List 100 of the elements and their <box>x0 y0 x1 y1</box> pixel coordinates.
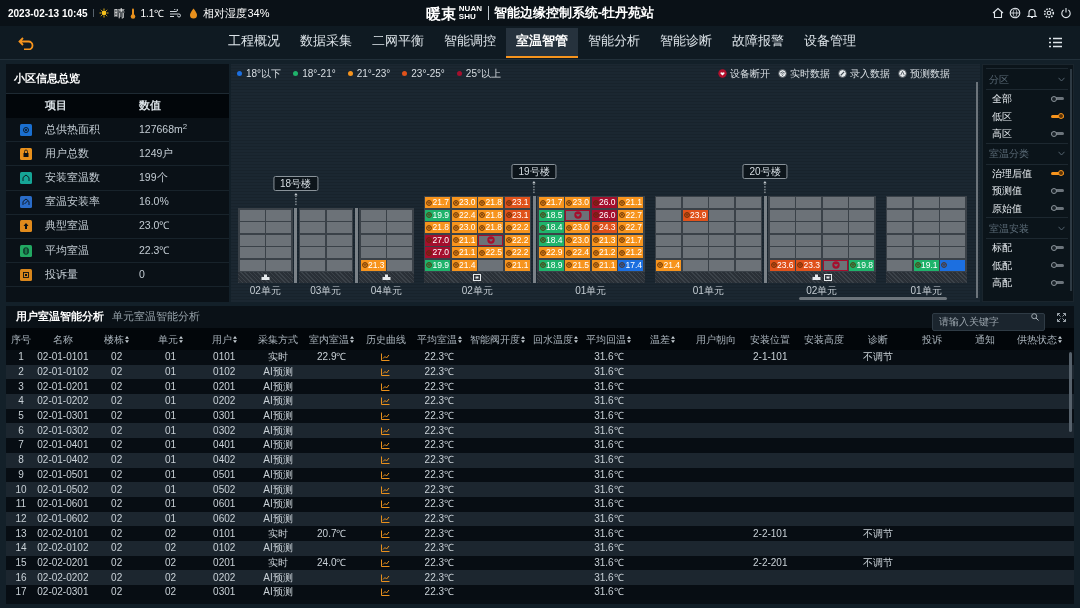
room-cell[interactable] <box>849 247 874 258</box>
room-cell[interactable]: 21.8 <box>478 197 503 208</box>
room-cell[interactable] <box>940 222 965 233</box>
room-cell[interactable] <box>656 209 681 221</box>
room-cell[interactable] <box>266 209 291 221</box>
room-cell[interactable] <box>887 247 912 258</box>
room-cell[interactable] <box>822 259 848 271</box>
room-cell[interactable]: 17.4 <box>618 259 643 271</box>
line-chart-icon[interactable] <box>381 412 391 421</box>
room-cell[interactable] <box>682 259 708 271</box>
room-cell[interactable] <box>266 222 291 233</box>
room-cell[interactable]: 23.0 <box>565 222 590 233</box>
room-cell[interactable] <box>656 222 681 233</box>
nav-tab[interactable]: 智能调控 <box>433 27 506 58</box>
room-cell[interactable]: 21.1 <box>618 197 643 208</box>
room-cell[interactable] <box>656 234 681 246</box>
room-cell[interactable] <box>887 209 912 221</box>
room-cell[interactable] <box>913 234 939 246</box>
room-cell[interactable]: 21.1 <box>451 234 477 246</box>
room-cell[interactable]: 18.5 <box>538 209 564 221</box>
room-cell[interactable] <box>887 197 912 208</box>
room-cell[interactable] <box>913 247 939 258</box>
nav-tab[interactable]: 室温智管 <box>505 27 578 58</box>
toggle-switch[interactable] <box>1051 95 1064 102</box>
room-cell[interactable] <box>735 222 761 233</box>
room-cell[interactable] <box>822 234 848 246</box>
room-cell[interactable] <box>239 247 265 258</box>
room-cell[interactable]: 19.9 <box>425 259 450 271</box>
room-cell[interactable] <box>887 259 912 271</box>
room-cell[interactable] <box>709 209 734 221</box>
toggle-switch[interactable] <box>1051 205 1064 212</box>
room-cell[interactable] <box>239 234 265 246</box>
room-cell[interactable]: 22.5 <box>478 247 503 258</box>
search-icon[interactable] <box>1031 313 1039 321</box>
room-cell[interactable]: 22.4 <box>565 247 590 258</box>
line-chart-icon[interactable] <box>381 397 391 406</box>
toggle-switch[interactable] <box>1051 279 1064 286</box>
table-tab[interactable]: 用户室温智能分析 <box>16 309 104 325</box>
room-cell[interactable] <box>478 259 503 271</box>
room-cell[interactable]: 21.1 <box>504 259 530 271</box>
line-chart-icon[interactable] <box>381 573 391 582</box>
room-cell[interactable]: 21.4 <box>451 259 477 271</box>
room-cell[interactable]: 27.0 <box>425 234 450 246</box>
room-cell[interactable]: 19.9 <box>425 209 450 221</box>
room-cell[interactable]: 21.8 <box>478 222 503 233</box>
room-cell[interactable]: 21.7 <box>618 234 643 246</box>
line-chart-icon[interactable] <box>381 470 391 479</box>
sort-icon[interactable] <box>350 335 355 343</box>
room-cell[interactable]: 21.5 <box>565 259 590 271</box>
power-icon[interactable] <box>1060 7 1072 19</box>
room-cell[interactable] <box>326 247 352 258</box>
room-cell[interactable]: 22.2 <box>504 247 530 258</box>
nav-tab[interactable]: 智能分析 <box>577 27 650 58</box>
room-cell[interactable]: 21.3 <box>591 234 617 246</box>
room-cell[interactable] <box>735 197 761 208</box>
room-cell[interactable] <box>360 209 386 221</box>
chevron-icon[interactable] <box>1058 151 1065 156</box>
room-cell[interactable] <box>326 234 352 246</box>
room-cell[interactable] <box>769 247 795 258</box>
room-cell[interactable] <box>940 209 965 221</box>
nav-tab[interactable]: 故障报警 <box>721 27 794 58</box>
room-cell[interactable]: 22.4 <box>451 209 477 221</box>
bell-icon[interactable] <box>1026 7 1038 19</box>
room-cell[interactable] <box>360 234 386 246</box>
scrollbar-thumb[interactable] <box>1069 352 1072 432</box>
line-chart-icon[interactable] <box>381 426 391 435</box>
toggle-switch[interactable] <box>1051 262 1064 269</box>
room-cell[interactable] <box>849 209 874 221</box>
sort-icon[interactable] <box>671 335 676 343</box>
room-cell[interactable] <box>300 259 325 271</box>
room-cell[interactable] <box>682 247 708 258</box>
room-cell[interactable] <box>913 222 939 233</box>
room-cell[interactable]: 22.9 <box>538 247 564 258</box>
scrollbar-thumb[interactable] <box>799 297 947 300</box>
room-cell[interactable]: 21.8 <box>478 209 503 221</box>
room-cell[interactable] <box>387 259 412 271</box>
search-field[interactable]: 请输入关键字 <box>932 312 1045 331</box>
room-cell[interactable] <box>326 222 352 233</box>
sort-icon[interactable] <box>573 335 578 343</box>
room-cell[interactable] <box>940 234 965 246</box>
back-icon[interactable] <box>18 35 34 50</box>
nav-tab[interactable]: 设备管理 <box>793 27 866 58</box>
room-cell[interactable] <box>849 222 874 233</box>
room-cell[interactable]: 26.0 <box>591 209 617 221</box>
room-cell[interactable] <box>822 209 848 221</box>
room-cell[interactable] <box>769 222 795 233</box>
room-cell[interactable] <box>940 197 965 208</box>
room-cell[interactable]: 21.8 <box>425 222 450 233</box>
room-cell[interactable] <box>266 247 291 258</box>
room-cell[interactable] <box>360 222 386 233</box>
room-cell[interactable] <box>796 197 821 208</box>
room-cell[interactable]: 23.1 <box>504 197 530 208</box>
settings-icon[interactable] <box>1043 7 1055 19</box>
sort-icon[interactable] <box>520 335 525 343</box>
room-cell[interactable]: 21.4 <box>656 259 681 271</box>
room-cell[interactable] <box>656 197 681 208</box>
toggle-switch[interactable] <box>1051 113 1064 120</box>
line-chart-icon[interactable] <box>381 368 391 377</box>
room-cell[interactable]: 21.1 <box>451 247 477 258</box>
room-cell[interactable] <box>387 222 412 233</box>
